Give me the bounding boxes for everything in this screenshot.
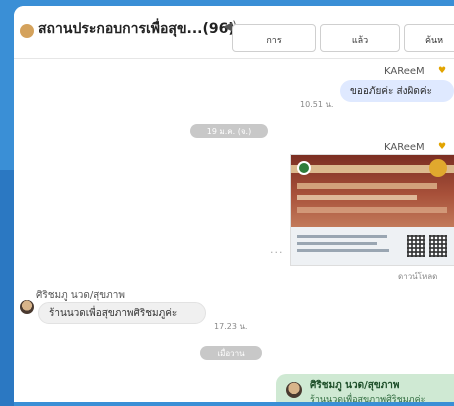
poster-text-line [297, 242, 377, 245]
heart-icon: ♥ [438, 66, 447, 76]
download-link[interactable]: ดาวน์โหลด [398, 270, 437, 283]
reply-text: ร้านนวดเพื่อสุขภาพศิริชมภูค่ะ [310, 395, 426, 402]
poster-decoration [297, 195, 417, 200]
side-panel-edge [0, 170, 14, 406]
chat-title: สถานประกอบการเพื่อสุข...(96) [38, 21, 235, 37]
incoming-message[interactable]: ร้านนวดเพื่อสุขภาพศิริชมภูค่ะ [38, 302, 206, 324]
poster-seal [429, 159, 447, 177]
reply-avatar [286, 382, 302, 398]
chat-header: สถานประกอบการเพื่อสุข...(96) ◀) การ แล้ว… [14, 6, 454, 59]
message-time: 10.51 น. [300, 100, 334, 109]
sender-name: KAReeM [384, 66, 425, 77]
poster-text-line [297, 249, 389, 252]
header-button-1[interactable]: การ [232, 24, 316, 52]
qr-code [429, 235, 447, 257]
outgoing-message[interactable]: ขออภัยค่ะ ส่งผิดค่ะ [340, 80, 454, 102]
message-time: 17.23 น. [214, 322, 248, 331]
date-divider[interactable]: เมื่อวาน [200, 346, 262, 360]
reply-name: ศิริชมภู นวด/สุขภาพ [310, 380, 400, 391]
date-divider[interactable]: 19 ม.ค. (จ.) [190, 124, 268, 138]
chat-window: สถานประกอบการเพื่อสุข...(96) ◀) การ แล้ว… [14, 6, 454, 402]
poster-logo [297, 161, 311, 175]
poster-decoration [297, 183, 437, 189]
poster-decoration [297, 207, 447, 213]
qr-code [407, 235, 425, 257]
sender-avatar[interactable] [20, 300, 34, 314]
sender-name: ศิริชมภู นวด/สุขภาพ [36, 290, 125, 301]
reply-preview[interactable]: ศิริชมภู นวด/สุขภาพ ร้านนวดเพื่อสุขภาพศิ… [276, 374, 454, 402]
group-avatar[interactable] [20, 24, 34, 38]
poster-text-line [297, 235, 387, 238]
more-options-icon[interactable]: ··· [270, 246, 284, 259]
header-button-2[interactable]: แล้ว [320, 24, 400, 52]
heart-icon: ♥ [438, 142, 447, 152]
image-attachment[interactable] [290, 154, 454, 266]
header-button-3[interactable]: ค้นห [404, 24, 454, 52]
sender-name: KAReeM [384, 142, 425, 153]
